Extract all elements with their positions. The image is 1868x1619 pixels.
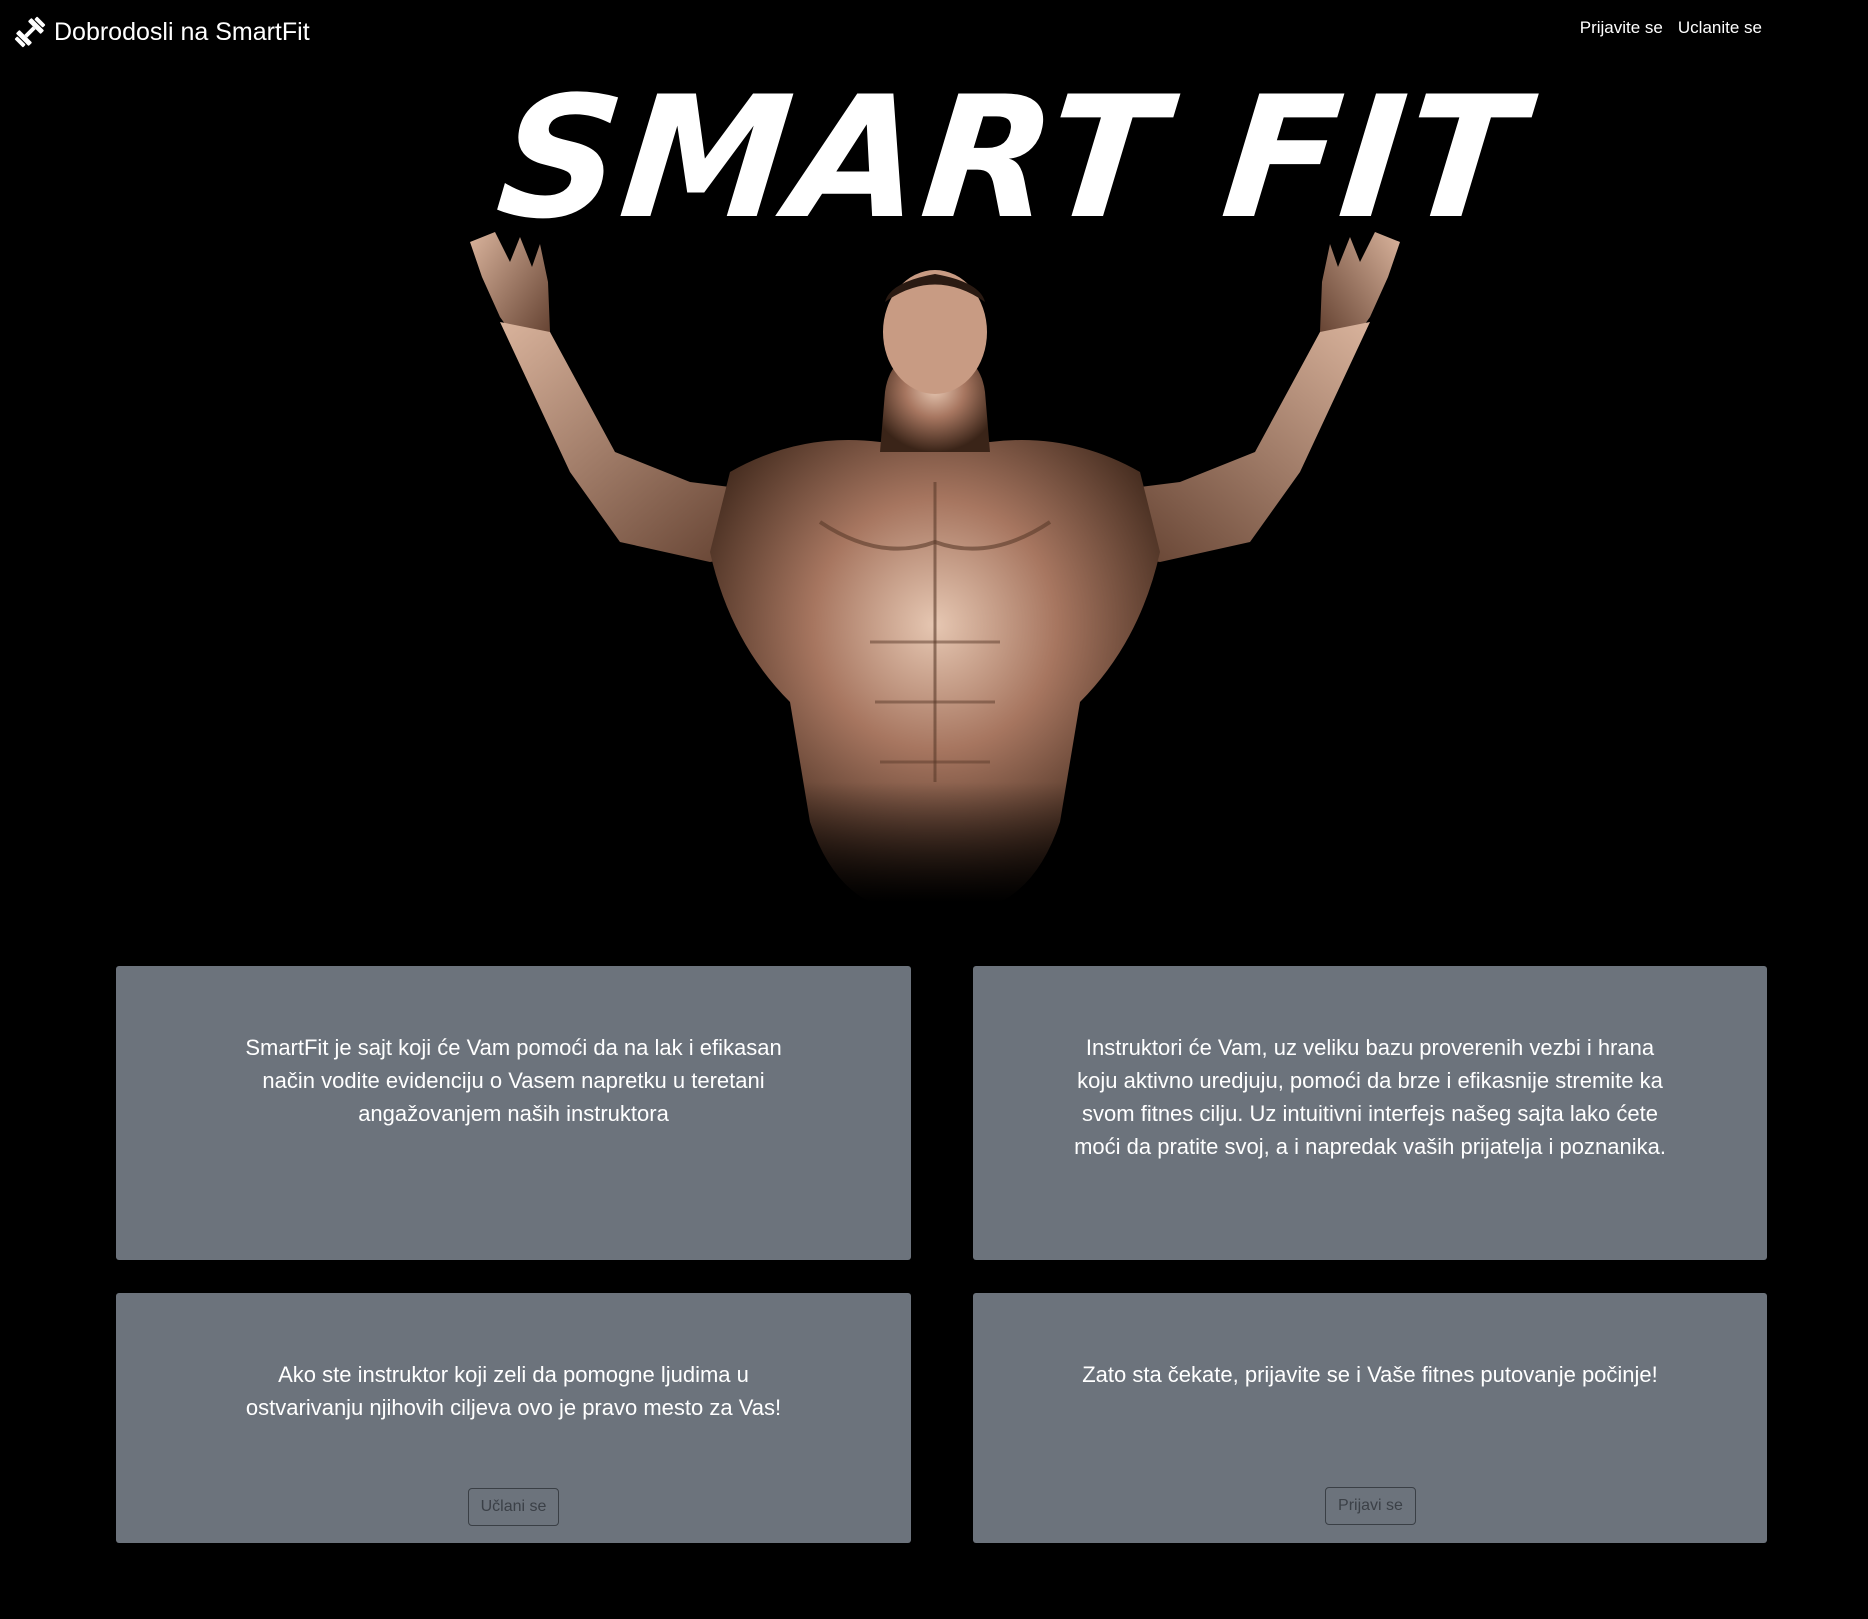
hero-title: SMART FIT (489, 60, 1534, 256)
navbar: Dobrodosli na SmartFit Prijavite se Ucla… (0, 0, 1868, 62)
info-card-instructors: Instruktori će Vam, uz veliku bazu prove… (973, 966, 1767, 1260)
nav-signup-link[interactable]: Uclanite se (1678, 18, 1762, 38)
login-button[interactable]: Prijavi se (1325, 1487, 1416, 1525)
info-card-about: SmartFit je sajt koji će Vam pomoći da n… (116, 966, 911, 1260)
brand-title: Dobrodosli na SmartFit (54, 17, 310, 46)
card-join-text: Ako ste instruktor koji zeli da pomogne … (245, 1362, 782, 1420)
hero-banner: SMART FIT (440, 60, 1533, 902)
join-button[interactable]: Učlani se (468, 1488, 559, 1526)
nav-login-link[interactable]: Prijavite se (1580, 18, 1663, 38)
card-instructors-text: Instruktori će Vam, uz veliku bazu prove… (1074, 1035, 1666, 1159)
card-login-text: Zato sta čekate, prijavite se i Vaše fit… (1082, 1362, 1658, 1387)
card-about-text: SmartFit je sajt koji će Vam pomoći da n… (245, 1035, 782, 1126)
nav-links: Prijavite se Uclanite se (1580, 18, 1762, 38)
dumbbell-icon (12, 14, 48, 50)
info-card-login: Zato sta čekate, prijavite se i Vaše fit… (973, 1293, 1767, 1543)
info-card-join: Ako ste instruktor koji zeli da pomogne … (116, 1293, 911, 1543)
brand-link[interactable]: Dobrodosli na SmartFit (12, 14, 310, 50)
bodybuilder-photo (440, 222, 1430, 907)
